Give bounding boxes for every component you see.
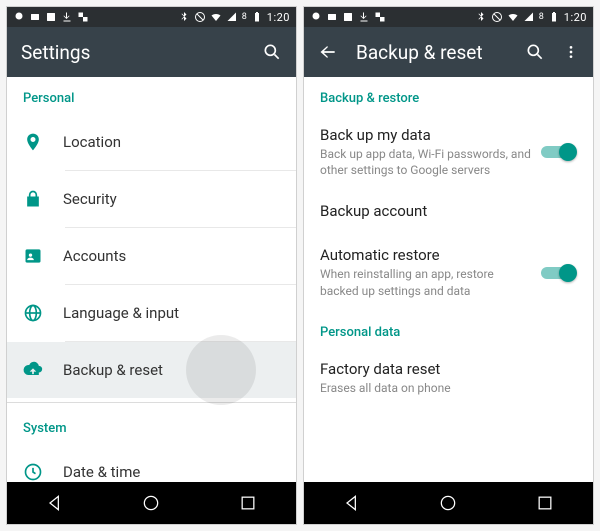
translate-icon <box>77 11 89 23</box>
overflow-icon[interactable] <box>563 42 579 62</box>
settings-list: Personal Location Security Accounts Lang… <box>7 77 296 482</box>
setting-title: Factory data reset <box>320 360 577 378</box>
settings-item-accounts[interactable]: Accounts <box>7 228 296 284</box>
backup-settings: Backup & restore Back up my data Back up… <box>304 77 593 482</box>
clock: 1:20 <box>564 11 587 24</box>
setting-subtitle: Back up app data, Wi-Fi passwords, and o… <box>320 146 533 178</box>
back-arrow-icon[interactable] <box>318 42 338 62</box>
account-icon <box>23 246 63 266</box>
search-icon[interactable] <box>525 42 545 62</box>
nav-bar <box>7 482 296 524</box>
battery-level: 8 <box>539 12 544 22</box>
nav-recent[interactable] <box>535 493 555 513</box>
clock: 1:20 <box>267 11 290 24</box>
app-bar: Backup & reset <box>304 27 593 77</box>
status-bar: 8 1:20 <box>304 7 593 27</box>
bluetooth-icon <box>178 11 190 23</box>
item-label: Accounts <box>63 247 280 265</box>
setting-backup-account[interactable]: Backup account <box>304 190 593 234</box>
page-title: Settings <box>21 41 244 64</box>
signal-icon <box>226 11 238 23</box>
search-icon[interactable] <box>262 42 282 62</box>
settings-item-datetime[interactable]: Date & time <box>7 444 296 482</box>
signal-icon <box>523 11 535 23</box>
setting-title: Automatic restore <box>320 246 533 264</box>
section-personal-data: Personal data <box>304 311 593 348</box>
globe-icon <box>23 303 63 323</box>
app-bar: Settings <box>7 27 296 77</box>
setting-factory-reset[interactable]: Factory data reset Erases all data on ph… <box>304 348 593 408</box>
nav-home[interactable] <box>438 493 458 513</box>
setting-subtitle: Erases all data on phone <box>320 380 577 396</box>
location-icon <box>23 132 63 152</box>
bluetooth-icon <box>475 11 487 23</box>
settings-item-backup[interactable]: Backup & reset <box>7 342 296 398</box>
item-label: Location <box>63 133 280 151</box>
nav-home[interactable] <box>141 493 161 513</box>
nav-back[interactable] <box>342 493 362 513</box>
battery-icon <box>548 11 560 23</box>
touch-ripple <box>186 335 256 405</box>
toggle-auto-restore[interactable] <box>541 263 577 283</box>
battery-icon <box>251 11 263 23</box>
backup-icon <box>23 360 63 380</box>
setting-auto-restore[interactable]: Automatic restore When reinstalling an a… <box>304 234 593 310</box>
setting-subtitle: When reinstalling an app, restore backed… <box>320 266 533 298</box>
nav-recent[interactable] <box>238 493 258 513</box>
screenshot-icon <box>326 11 338 23</box>
hangouts-icon <box>310 11 322 23</box>
wifi-icon <box>210 11 222 23</box>
image-icon <box>342 11 354 23</box>
wifi-icon <box>507 11 519 23</box>
phone-left: 8 1:20 Settings Personal Location Securi… <box>6 6 297 525</box>
settings-item-location[interactable]: Location <box>7 114 296 170</box>
settings-item-security[interactable]: Security <box>7 171 296 227</box>
screenshot-icon <box>29 11 41 23</box>
item-label: Language & input <box>63 304 280 322</box>
download-icon <box>358 11 370 23</box>
setting-title: Back up my data <box>320 126 533 144</box>
nav-bar <box>304 482 593 524</box>
battery-level: 8 <box>242 12 247 22</box>
hangouts-icon <box>13 11 25 23</box>
page-title: Backup & reset <box>356 41 507 64</box>
nav-back[interactable] <box>45 493 65 513</box>
dnd-icon <box>194 11 206 23</box>
item-label: Date & time <box>63 463 280 481</box>
item-label: Security <box>63 190 280 208</box>
status-bar: 8 1:20 <box>7 7 296 27</box>
section-system: System <box>7 407 296 444</box>
section-backup-restore: Backup & restore <box>304 77 593 114</box>
translate-icon <box>374 11 386 23</box>
section-personal: Personal <box>7 77 296 114</box>
dnd-icon <box>491 11 503 23</box>
setting-title: Backup account <box>320 202 577 220</box>
image-icon <box>45 11 57 23</box>
settings-item-language[interactable]: Language & input <box>7 285 296 341</box>
setting-backup-data[interactable]: Back up my data Back up app data, Wi-Fi … <box>304 114 593 190</box>
lock-icon <box>23 189 63 209</box>
toggle-backup-data[interactable] <box>541 142 577 162</box>
clock-icon <box>23 462 63 482</box>
download-icon <box>61 11 73 23</box>
phone-right: 8 1:20 Backup & reset Backup & restore B… <box>303 6 594 525</box>
